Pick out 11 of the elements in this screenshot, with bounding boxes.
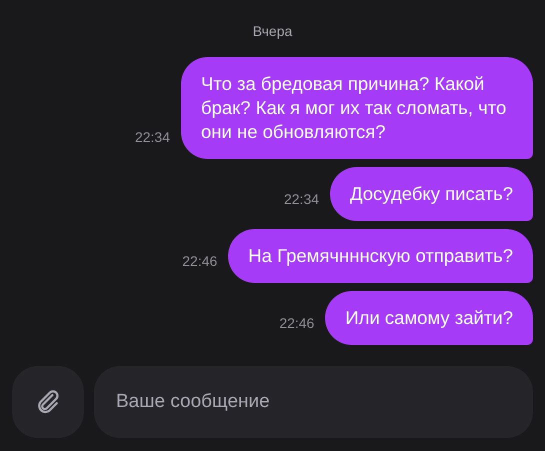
date-separator: Вчера: [252, 23, 292, 40]
message-bubble: Или самому зайти?: [325, 291, 533, 345]
message-time: 22:46: [279, 315, 314, 333]
message-input[interactable]: Ваше сообщение: [94, 366, 533, 438]
message-time: 22:34: [134, 129, 170, 147]
attach-button[interactable]: [12, 366, 84, 438]
message-bubble: Что за бредовая причина? Какой брак? Как я мог их так сломать, что они не обновляются?: [181, 57, 533, 159]
message-bubble: Досудебку писать?: [330, 167, 533, 221]
message-bubble: На Гремячнннскую отправить?: [228, 229, 533, 283]
message-time: 22:46: [182, 253, 218, 271]
message-time: 22:34: [284, 191, 320, 209]
